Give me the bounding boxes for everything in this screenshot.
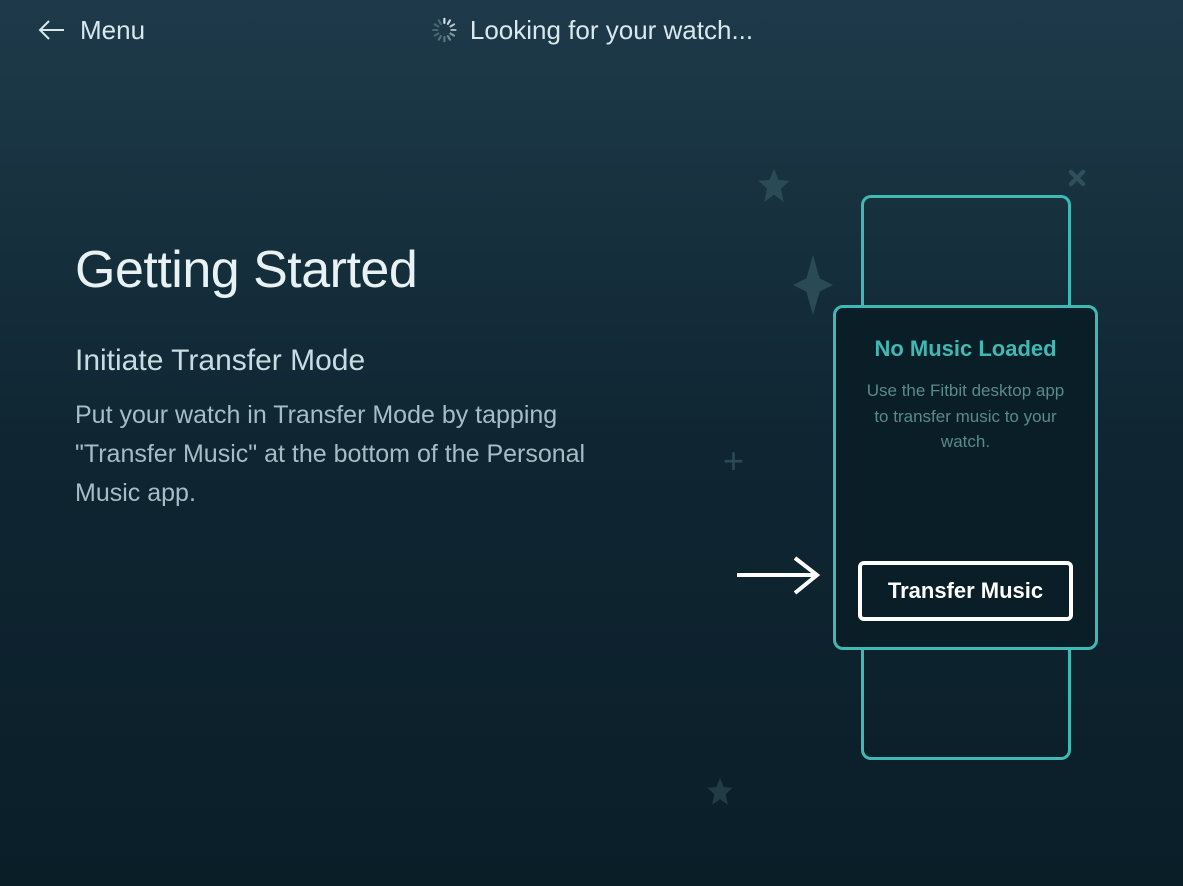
- spinner-icon: [430, 16, 458, 44]
- watch-button-label: Transfer Music: [888, 578, 1043, 604]
- watch-screen-description: Use the Fitbit desktop app to transfer m…: [861, 378, 1071, 455]
- plus-icon: +: [723, 440, 744, 482]
- sparkle-icon: [793, 255, 833, 315]
- watch-screen-title: No Music Loaded: [874, 336, 1056, 362]
- star-icon: [703, 775, 737, 809]
- pointer-arrow-icon: [733, 553, 823, 598]
- watch-device: No Music Loaded Use the Fitbit desktop a…: [833, 195, 1098, 760]
- back-arrow-icon: [38, 16, 66, 44]
- watch-band-top: [861, 195, 1071, 305]
- page-title: Getting Started: [75, 240, 635, 300]
- star-icon: [753, 165, 795, 207]
- section-subtitle: Initiate Transfer Mode: [75, 344, 635, 378]
- watch-transfer-music-button: Transfer Music: [858, 561, 1073, 621]
- status-indicator: Looking for your watch...: [430, 15, 753, 46]
- text-column: Getting Started Initiate Transfer Mode P…: [75, 240, 635, 512]
- sparkle-icon: [1059, 160, 1096, 197]
- menu-back-button[interactable]: Menu: [38, 15, 145, 46]
- watch-illustration: + No Music Loaded Use the Fitbit desktop…: [648, 165, 1128, 765]
- section-description: Put your watch in Transfer Mode by tappi…: [75, 396, 635, 512]
- watch-band-bottom: [861, 650, 1071, 760]
- menu-label: Menu: [80, 15, 145, 46]
- watch-face: No Music Loaded Use the Fitbit desktop a…: [833, 305, 1098, 650]
- header: Menu Looking fo: [0, 0, 1183, 60]
- status-text: Looking for your watch...: [470, 15, 753, 46]
